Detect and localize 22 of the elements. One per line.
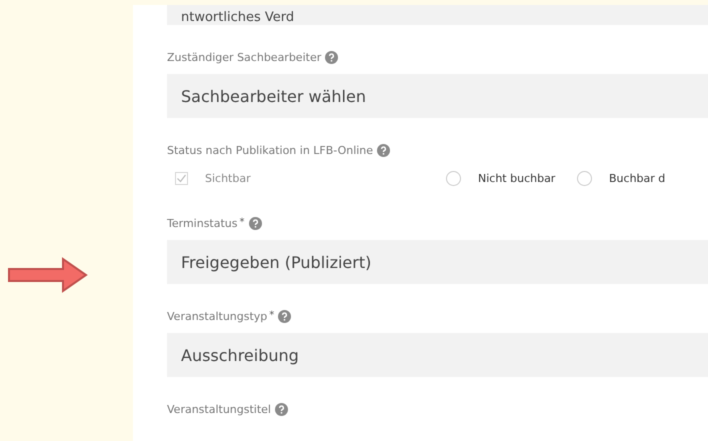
field-label: Zuständiger Sachbearbeiter <box>167 51 322 64</box>
field-label: Status nach Publikation in LFB-Online <box>167 144 374 157</box>
arrow-icon <box>8 257 88 293</box>
select-field[interactable]: Ausschreibung <box>167 333 708 377</box>
checkbox-label: Sichtbar <box>205 172 251 184</box>
select-field[interactable]: Sachbearbeiter wählen <box>167 74 708 118</box>
radio-button[interactable] <box>577 170 592 186</box>
required-mark: * <box>240 217 244 228</box>
required-mark: * <box>269 310 274 321</box>
field-label: Veranstaltungstitel <box>167 403 271 416</box>
help-icon[interactable] <box>377 144 390 157</box>
field-label: Veranstaltungstyp <box>167 310 268 323</box>
radio-label: Nicht buchbar <box>478 172 556 184</box>
radio-button[interactable] <box>446 170 461 186</box>
help-icon[interactable] <box>248 217 262 230</box>
radio-label: Buchbar d <box>609 172 666 184</box>
help-icon[interactable] <box>278 310 292 323</box>
select-field[interactable]: Freigegeben (Publiziert) <box>167 240 708 284</box>
field-label: Terminstatus <box>167 217 238 230</box>
select-field[interactable]: ntwortliches Verd <box>167 5 708 25</box>
help-icon[interactable] <box>275 403 288 416</box>
help-icon[interactable] <box>325 51 338 64</box>
